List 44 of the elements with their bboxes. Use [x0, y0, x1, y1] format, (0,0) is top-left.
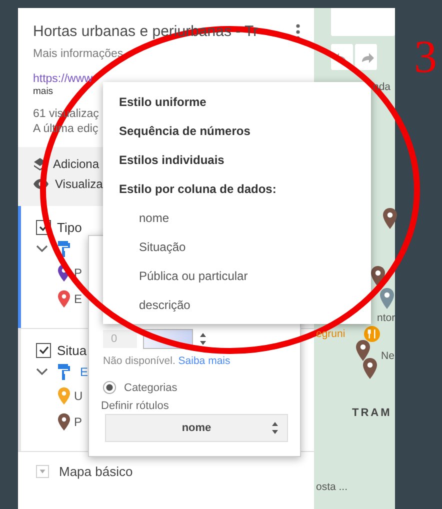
map-label: TRAM	[352, 407, 392, 419]
more-text: mais	[33, 86, 54, 97]
menu-item[interactable]: Sequência de números	[119, 117, 250, 146]
map-label: ntor	[377, 312, 396, 324]
menu-item[interactable]: descrição	[139, 291, 190, 320]
menu-item[interactable]: Pública ou particular	[139, 262, 248, 291]
step-number: 3	[414, 30, 437, 83]
menu-item[interactable]: Situação	[139, 233, 186, 262]
map-pin-icon[interactable]	[383, 208, 397, 229]
base-map-label[interactable]: Mapa básico	[59, 464, 133, 479]
map-pin-icon[interactable]	[371, 266, 385, 287]
chevron-down-icon[interactable]	[36, 245, 48, 253]
layer-checkbox[interactable]	[36, 342, 51, 358]
menu-item[interactable]: Estilos individuais	[119, 146, 224, 175]
labels-heading: Definir rótulos	[101, 400, 169, 412]
unavailable-note: Não disponível. Saiba mais	[103, 355, 230, 367]
map-label: Ne	[381, 350, 394, 362]
chevron-down-icon[interactable]	[36, 368, 48, 376]
category-label: P	[74, 415, 82, 429]
category-label: E	[74, 292, 82, 306]
spinner-arrows-icon[interactable]	[199, 332, 208, 346]
action-link[interactable]: Visualiza	[55, 177, 103, 191]
style-link[interactable]: E	[80, 365, 88, 379]
layer-name: Situa	[57, 342, 87, 358]
map-subtitle: Mais informações	[33, 48, 124, 60]
paint-roller-icon[interactable]	[58, 241, 70, 257]
checkmark-icon	[38, 344, 50, 356]
action-link[interactable]: Adiciona	[53, 157, 100, 171]
map-pin-icon[interactable]	[363, 358, 377, 379]
restaurant-marker-icon[interactable]	[364, 326, 380, 342]
radio-button[interactable]	[103, 381, 116, 394]
select-arrows-icon	[271, 421, 279, 435]
radio-label: Categorias	[124, 382, 178, 394]
menu-item[interactable]: nome	[139, 204, 170, 233]
menu-item[interactable]: Estilo uniforme	[119, 88, 206, 117]
layer-name: Tipo	[57, 220, 82, 234]
more-options-icon[interactable]	[296, 24, 300, 40]
category-label: U	[74, 389, 83, 403]
map-label: osta ...	[316, 481, 348, 493]
labels-select[interactable]: nome	[105, 414, 288, 442]
category-label: P	[74, 266, 82, 280]
map-pin-icon[interactable]	[356, 340, 370, 361]
paint-roller-icon[interactable]	[58, 364, 70, 380]
map-label: egruni	[316, 328, 346, 340]
